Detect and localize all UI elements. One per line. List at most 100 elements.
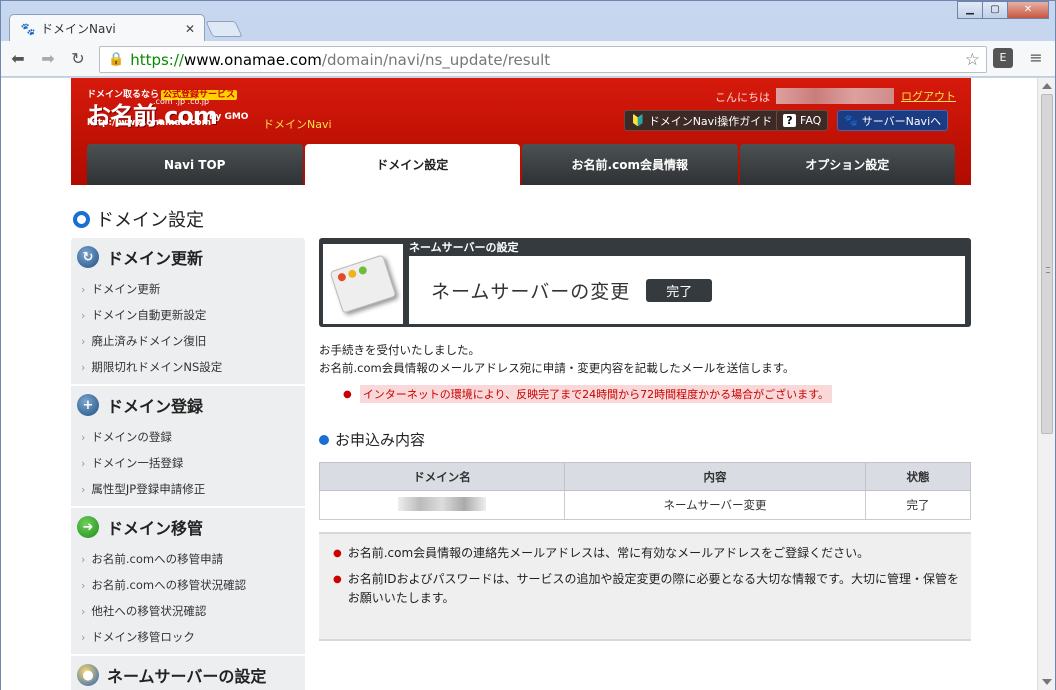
cell-content: ネームサーバー変更 <box>564 490 866 520</box>
guide-button-label: ドメインNavi操作ガイド <box>648 114 773 128</box>
message-line-2: お名前.com会員情報のメールアドレス宛に申請・変更内容を記載したメールを送信し… <box>319 361 795 375</box>
transfer-icon: ➜ <box>77 516 99 538</box>
notes-panel: ● お名前.com会員情報の連絡先メールアドレスは、常に有効なメールアドレスをご登… <box>319 532 971 641</box>
page-title: ドメイン設定 <box>73 206 204 232</box>
step-title-text: ネームサーバーの変更 <box>431 280 631 303</box>
red-dot <box>336 272 347 283</box>
reload-button[interactable]: ↻ <box>65 46 91 72</box>
window-illustration-icon <box>323 244 403 324</box>
sidebar-item-jp-fix[interactable]: 属性型JP登録申請修正 <box>71 476 305 502</box>
address-bar[interactable]: 🔒 https://www.onamae.com/domain/navi/ns_… <box>99 46 987 73</box>
scroll-down-icon[interactable] <box>1042 679 1052 685</box>
menu-icon[interactable]: ≡ <box>1027 48 1045 68</box>
sidebar-heading-text: ドメイン更新 <box>107 249 204 268</box>
note-bullet-icon: ● <box>333 548 342 559</box>
beginner-mark-icon: 🔰 <box>631 114 645 127</box>
note-text: お名前IDおよびパスワードは、サービスの追加や設定変更の際に必要となる大切な情報… <box>347 572 959 605</box>
table-row: ネームサーバー変更 完了 <box>319 490 971 520</box>
scroll-up-icon[interactable] <box>1042 83 1052 89</box>
sidebar-heading: ↻ ドメイン更新 <box>71 238 305 276</box>
greeting: こんにちは <box>715 91 770 104</box>
minimize-button[interactable]: ▁ <box>957 1 983 19</box>
vertical-scrollbar[interactable] <box>1037 78 1055 690</box>
sidebar-item-register[interactable]: ドメインの登録 <box>71 424 305 450</box>
domain-redacted <box>398 496 486 511</box>
guide-button[interactable]: 🔰 ドメインNavi操作ガイド <box>624 110 780 131</box>
window-dots <box>336 265 368 283</box>
site-header: ドメイン取るなら 公式登録サービス .com .jp .co.jp お名前.com… <box>71 78 971 185</box>
site-subtitle: ドメインNavi <box>263 118 332 131</box>
section-title-text: お申込み内容 <box>335 431 426 449</box>
site-container: ドメイン取るなら 公式登録サービス .com .jp .co.jp お名前.com… <box>71 78 971 690</box>
sidebar-item-restore[interactable]: 廃止済みドメイン復旧 <box>71 328 305 354</box>
cell-status: 完了 <box>865 490 971 520</box>
lock-icon: 🔒 <box>108 52 125 67</box>
sidebar-item-transfer-lock[interactable]: ドメイン移管ロック <box>71 624 305 650</box>
username-redacted <box>776 88 894 104</box>
favicon-icon: 🐾 <box>20 21 36 36</box>
application-table: ドメイン名 内容 状態 ネームサーバー変更 完了 <box>319 462 971 520</box>
extension-icon[interactable]: E <box>993 48 1013 68</box>
sidebar-heading: ➜ ドメイン移管 <box>71 508 305 546</box>
maximize-button[interactable]: ▢ <box>982 1 1008 19</box>
url-scheme: https:// <box>130 50 184 69</box>
step-panel: ネームサーバーの設定 ネームサーバーの変更 完了 <box>319 238 971 327</box>
sidebar-item-expired-ns[interactable]: 期限切れドメインNS設定 <box>71 354 305 380</box>
table-header-row: ドメイン名 内容 状態 <box>319 462 971 491</box>
complete-badge: 完了 <box>646 278 713 302</box>
section-bullet-icon <box>319 434 329 445</box>
warning-bullet-icon: ● <box>343 388 352 400</box>
new-tab-button[interactable] <box>205 21 243 37</box>
close-window-button[interactable]: ✕ <box>1007 1 1049 19</box>
col-content: 内容 <box>564 462 866 491</box>
sidebar-heading-text: ドメイン移管 <box>107 519 204 538</box>
sidebar-item-auto-renew[interactable]: ドメイン自動更新設定 <box>71 302 305 328</box>
browser-toolbar: ⬅ ➡ ↻ 🔒 https://www.onamae.com/domain/na… <box>1 41 1055 77</box>
tab-strip: 🐾 ドメインNavi ✕ ▁ ▢ ✕ <box>1 1 1055 42</box>
window-controls: ▁ ▢ ✕ <box>957 1 1049 19</box>
logout-link[interactable]: ログアウト <box>901 88 956 104</box>
yellow-dot <box>347 268 358 279</box>
page-title-text: ドメイン設定 <box>96 210 204 231</box>
step-header: ネームサーバーの設定 <box>409 241 519 254</box>
server-navi-button[interactable]: 🐾 サーバーNaviへ <box>837 110 949 131</box>
globe-icon: ● <box>77 664 99 686</box>
title-bullet-icon <box>73 210 90 228</box>
sidebar-item-bulk-register[interactable]: ドメイン一括登録 <box>71 450 305 476</box>
cell-domain <box>319 490 565 520</box>
sidebar-item-transfer-out-status[interactable]: 他社への移管状況確認 <box>71 598 305 624</box>
sidebar-heading: + ドメイン登録 <box>71 386 305 424</box>
sidebar-group-renewal: ↻ ドメイン更新 ドメイン更新 ドメイン自動更新設定 廃止済みドメイン復旧 期限切… <box>71 238 305 386</box>
browser-window: 🐾 ドメインNavi ✕ ▁ ▢ ✕ ⬅ ➡ ↻ 🔒 https://www.o… <box>0 0 1056 690</box>
sidebar-heading-text: ネームサーバーの設定 <box>107 667 267 686</box>
sidebar-item-renew[interactable]: ドメイン更新 <box>71 276 305 302</box>
refresh-icon: ↻ <box>77 246 99 268</box>
sidebar-group-register: + ドメイン登録 ドメインの登録 ドメイン一括登録 属性型JP登録申請修正 <box>71 386 305 508</box>
sidebar: ↻ ドメイン更新 ドメイン更新 ドメイン自動更新設定 廃止済みドメイン復旧 期限切… <box>71 238 305 690</box>
sidebar-item-transfer-status[interactable]: お名前.comへの移管状況確認 <box>71 572 305 598</box>
col-status: 状態 <box>865 462 971 491</box>
warning-text: インターネットの環境により、反映完了まで24時間から72時間程度かかる場合がござ… <box>359 385 832 403</box>
faq-button[interactable]: ? FAQ <box>776 110 829 131</box>
browser-tab[interactable]: 🐾 ドメインNavi ✕ <box>9 14 205 42</box>
scroll-thumb[interactable] <box>1041 94 1053 434</box>
forward-button[interactable]: ➡ <box>35 46 61 72</box>
propagation-warning: ● インターネットの環境により、反映完了まで24時間から72時間程度かかる場合が… <box>343 385 971 403</box>
sidebar-heading-text: ドメイン登録 <box>107 397 204 416</box>
result-message: お手続きを受付いたしました。 お名前.com会員情報のメールアドレス宛に申請・変… <box>319 341 971 377</box>
note-item: ● お名前IDおよびパスワードは、サービスの追加や設定変更の際に必要となる大切な情… <box>333 570 959 608</box>
window-graphic <box>329 254 397 314</box>
tab-domain-settings[interactable]: ドメイン設定 <box>304 144 520 185</box>
tab-option-settings[interactable]: オプション設定 <box>739 144 955 185</box>
server-navi-icon: 🐾 <box>844 114 858 127</box>
back-button[interactable]: ⬅ <box>5 46 31 72</box>
server-navi-label: サーバーNaviへ <box>861 114 942 128</box>
note-text: お名前.com会員情報の連絡先メールアドレスは、常に有効なメールアドレスをご登録… <box>347 546 870 560</box>
close-tab-icon[interactable]: ✕ <box>182 22 198 36</box>
sidebar-item-transfer-in[interactable]: お名前.comへの移管申請 <box>71 546 305 572</box>
bookmark-star-icon[interactable]: ☆ <box>965 50 980 70</box>
tab-navi-top[interactable]: Navi TOP <box>87 144 303 185</box>
sidebar-heading: ● ネームサーバーの設定 <box>71 656 305 690</box>
tab-member-info[interactable]: お名前.com会員情報 <box>522 144 738 185</box>
main-content: ネームサーバーの設定 ネームサーバーの変更 完了 お手続きを受付いたしました。 … <box>319 238 971 641</box>
